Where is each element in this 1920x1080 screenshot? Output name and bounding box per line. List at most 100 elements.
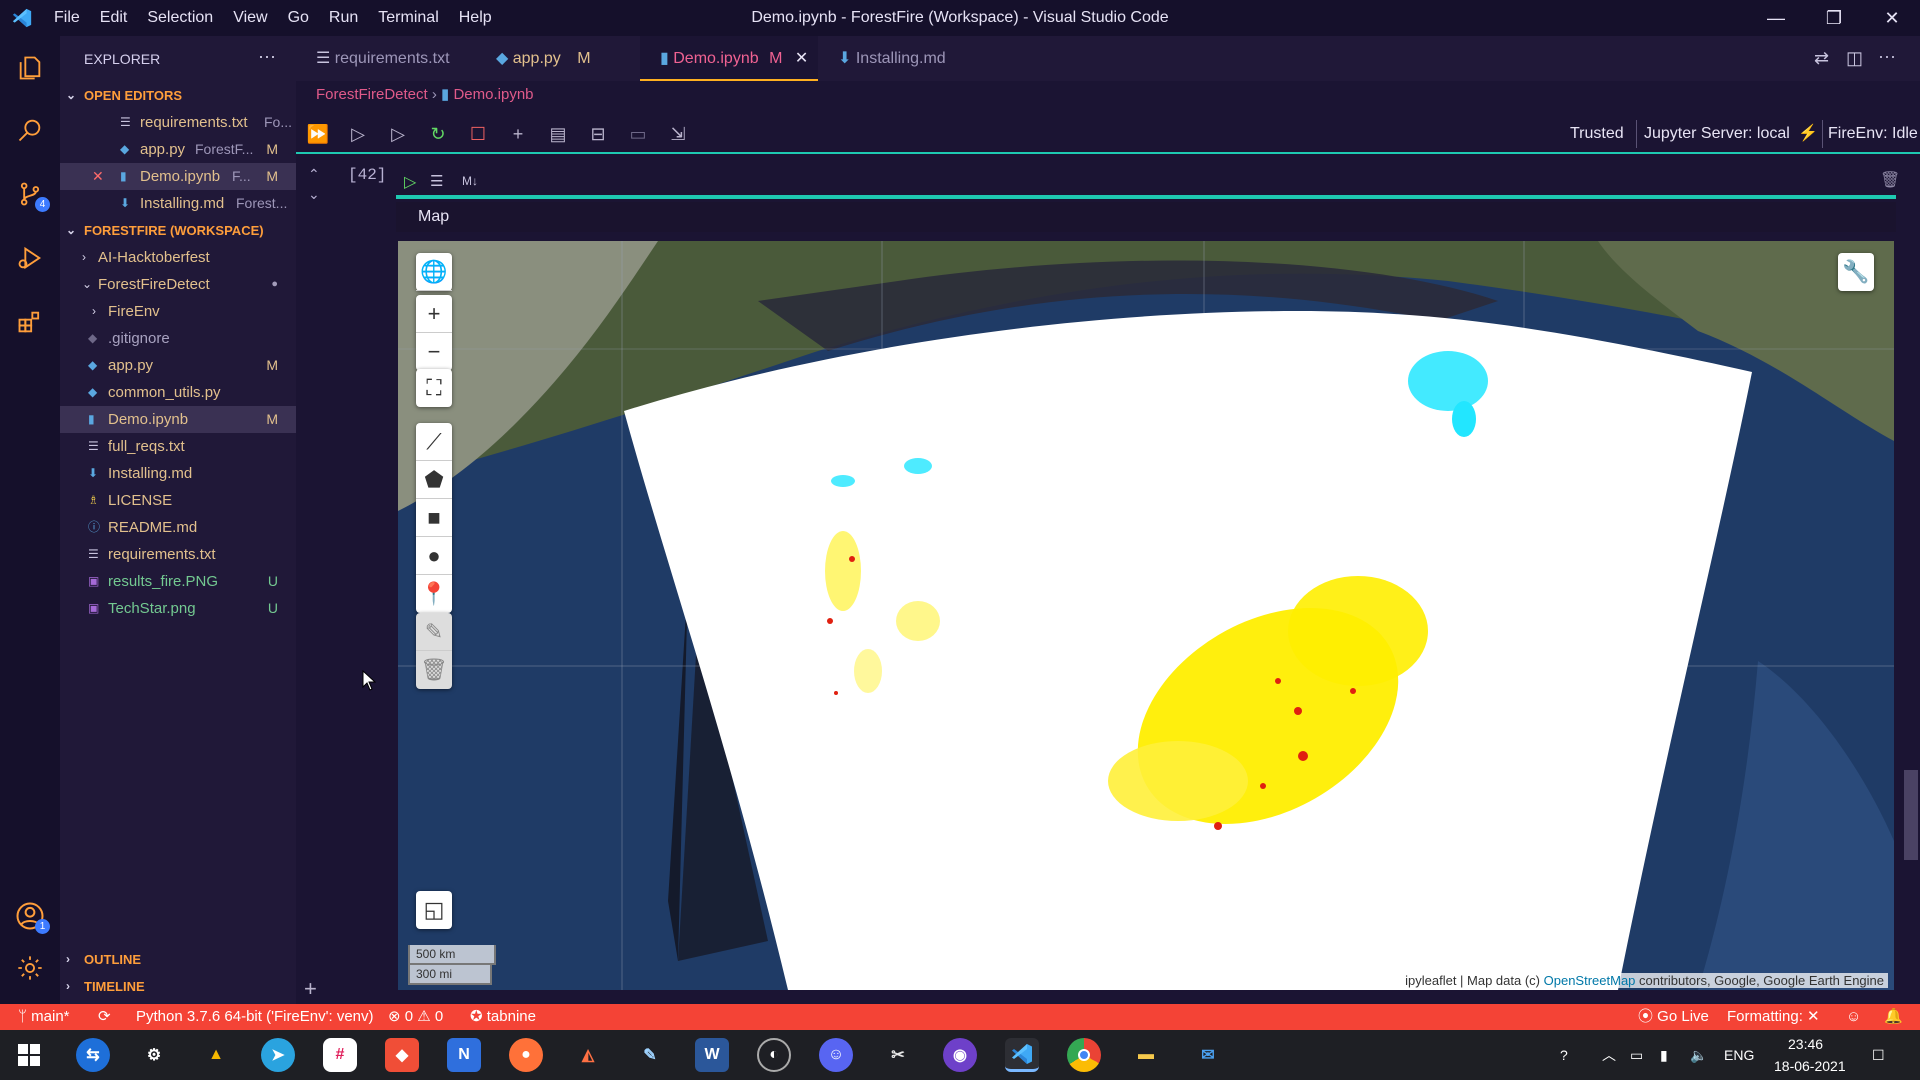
- formatting-status[interactable]: Formatting: ✕: [1727, 1004, 1820, 1030]
- language-indicator[interactable]: ENG: [1724, 1030, 1754, 1080]
- menu-selection[interactable]: Selection: [137, 0, 223, 36]
- github-icon[interactable]: ◉: [943, 1038, 977, 1072]
- draw-polygon-button[interactable]: ⬟: [416, 461, 452, 499]
- more-actions-icon[interactable]: ···: [1878, 46, 1896, 67]
- scrollbar-thumb[interactable]: [1904, 770, 1918, 860]
- problems-status[interactable]: ⊗ 0 ⚠ 0: [388, 1004, 443, 1030]
- clear-outputs-icon[interactable]: ▤: [546, 122, 570, 146]
- kernel-status[interactable]: FireEnv: Idle: [1828, 114, 1918, 154]
- run-all-icon[interactable]: ⏩: [306, 122, 330, 146]
- close-tab-icon[interactable]: ✕: [795, 50, 808, 67]
- chrome-icon[interactable]: [1067, 1038, 1101, 1072]
- go-live-status[interactable]: ⦿ Go Live: [1638, 1004, 1709, 1030]
- menu-edit[interactable]: Edit: [90, 0, 138, 36]
- tree-file[interactable]: ◆ common_utils.py: [60, 379, 296, 406]
- layers-toggle-button[interactable]: ◱: [416, 891, 452, 929]
- tree-folder[interactable]: › AI-Hacktoberfest: [60, 244, 296, 271]
- file-explorer-icon[interactable]: ▬: [1129, 1038, 1163, 1072]
- delete-cell-icon[interactable]: 🗑: [1880, 170, 1900, 190]
- outline-header[interactable]: › OUTLINE: [60, 946, 296, 973]
- add-cell-icon[interactable]: +: [506, 122, 530, 146]
- menu-run[interactable]: Run: [319, 0, 368, 36]
- open-editor-item[interactable]: ⬇ Installing.md Forest...: [60, 190, 296, 217]
- zoom-out-button[interactable]: −: [416, 333, 452, 371]
- telegram-icon[interactable]: ➤: [261, 1038, 295, 1072]
- trusted-label[interactable]: Trusted: [1570, 114, 1624, 154]
- menu-view[interactable]: View: [223, 0, 277, 36]
- menu-go[interactable]: Go: [278, 0, 319, 36]
- restore-button[interactable]: ❐: [1806, 0, 1862, 36]
- tree-file[interactable]: ▣ TechStar.png U: [60, 595, 296, 622]
- search-icon[interactable]: [12, 112, 48, 148]
- account-icon[interactable]: 1: [12, 898, 50, 934]
- slack-icon[interactable]: #: [323, 1038, 357, 1072]
- extensions-icon[interactable]: [12, 304, 48, 340]
- more-actions-icon[interactable]: ···: [258, 46, 276, 67]
- paint-icon[interactable]: ✎: [633, 1038, 667, 1072]
- tree-file[interactable]: ◆ app.py M: [60, 352, 296, 379]
- open-editor-item[interactable]: ◆ app.py ForestF... M: [60, 136, 296, 163]
- menu-terminal[interactable]: Terminal: [368, 0, 448, 36]
- firefox-icon[interactable]: ●: [509, 1038, 543, 1072]
- tree-file[interactable]: ☰ full_reqs.txt: [60, 433, 296, 460]
- teamviewer-icon[interactable]: ⇆: [76, 1038, 110, 1072]
- run-below-icon[interactable]: ▷: [386, 122, 410, 146]
- tree-file[interactable]: ☰ requirements.txt: [60, 541, 296, 568]
- word-icon[interactable]: W: [695, 1038, 729, 1072]
- timeline-header[interactable]: › TIMELINE: [60, 973, 296, 1000]
- onenote-icon[interactable]: N: [447, 1038, 481, 1072]
- obs-icon[interactable]: ◐: [757, 1038, 791, 1072]
- edit-layers-button[interactable]: ✎: [416, 613, 452, 651]
- help-icon[interactable]: ?: [1560, 1030, 1568, 1080]
- clock-time[interactable]: 23:46: [1788, 1034, 1823, 1054]
- anydesk-icon[interactable]: ◆: [385, 1038, 419, 1072]
- basemap-selector-button[interactable]: 🌐: [416, 253, 452, 291]
- menu-help[interactable]: Help: [449, 0, 502, 36]
- run-above-icon[interactable]: ▷: [346, 122, 370, 146]
- openstreetmap-link[interactable]: OpenStreetMap: [1544, 973, 1636, 988]
- delete-layers-button[interactable]: 🗑: [416, 651, 452, 689]
- files-icon[interactable]: [12, 50, 48, 86]
- cell-type-toggle[interactable]: M↓: [462, 174, 478, 188]
- menu-file[interactable]: File: [44, 0, 90, 36]
- source-control-icon[interactable]: 4: [12, 176, 50, 212]
- diff-icon[interactable]: ⇄: [1814, 48, 1829, 69]
- tab-installing[interactable]: ⬇ Installing.md: [818, 36, 968, 81]
- snip-icon[interactable]: ✂: [881, 1038, 915, 1072]
- tree-file[interactable]: ⓘ README.md: [60, 514, 296, 541]
- jupyter-server-status[interactable]: Jupyter Server: local ⚡: [1644, 114, 1818, 154]
- sync-icon[interactable]: ⟳: [98, 1004, 111, 1030]
- workspace-header[interactable]: ⌄ FORESTFIRE (WORKSPACE): [60, 217, 296, 244]
- close-window-button[interactable]: ✕: [1864, 0, 1920, 36]
- tree-file[interactable]: ◆ .gitignore: [60, 325, 296, 352]
- draw-circle-button[interactable]: ●: [416, 537, 452, 575]
- export-icon[interactable]: ⇲: [666, 122, 690, 146]
- tree-folder[interactable]: ⌄ ForestFireDetect ●: [60, 271, 296, 298]
- breadcrumb-folder[interactable]: ForestFireDetect: [316, 86, 428, 103]
- breadcrumb-file[interactable]: Demo.ipynb: [453, 86, 533, 103]
- collapse-up-icon[interactable]: ⌃: [308, 166, 320, 183]
- draw-marker-button[interactable]: 📍: [416, 575, 452, 613]
- draw-polyline-button[interactable]: ⟋: [416, 423, 452, 461]
- volume-icon[interactable]: 🔈: [1690, 1030, 1707, 1080]
- vscode-taskbar-icon[interactable]: [1005, 1038, 1039, 1072]
- open-editors-header[interactable]: ⌄ OPEN EDITORS: [60, 82, 296, 109]
- run-cell-icon[interactable]: ▷: [404, 172, 416, 192]
- add-icon[interactable]: +: [304, 976, 317, 1002]
- meet-now-icon[interactable]: ▭: [1630, 1030, 1643, 1080]
- tree-folder[interactable]: › FireEnv: [60, 298, 296, 325]
- restart-kernel-icon[interactable]: ↻: [426, 122, 450, 146]
- settings-icon[interactable]: ⚙: [137, 1038, 171, 1072]
- notifications-icon[interactable]: 🔔: [1884, 1004, 1903, 1030]
- variables-icon[interactable]: ⊟: [586, 122, 610, 146]
- tab-app-py[interactable]: ◆ app.py M: [476, 36, 622, 81]
- settings-gear-icon[interactable]: [12, 950, 48, 986]
- tree-file[interactable]: ▣ results_fire.PNG U: [60, 568, 296, 595]
- run-by-line-icon[interactable]: ☰: [430, 172, 443, 190]
- tree-file-selected[interactable]: ▮ Demo.ipynb M: [60, 406, 296, 433]
- action-center-icon[interactable]: ☐: [1872, 1030, 1885, 1080]
- run-debug-icon[interactable]: [12, 240, 48, 276]
- split-editor-icon[interactable]: ◫: [1846, 48, 1863, 69]
- feedback-icon[interactable]: ☺: [1846, 1004, 1861, 1030]
- tab-demo-ipynb[interactable]: ▮ Demo.ipynb M ✕: [640, 36, 818, 81]
